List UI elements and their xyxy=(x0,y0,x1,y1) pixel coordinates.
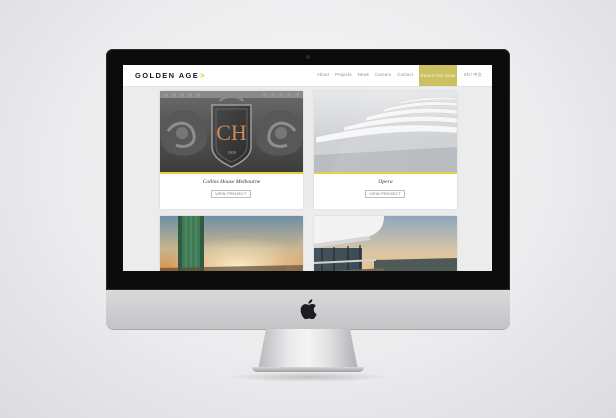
project-card-collins-house[interactable]: CH 1908 Collins House Melbourne View Pro… xyxy=(160,91,303,209)
main-nav: About Projects News Careers Contact xyxy=(317,72,413,77)
collins-emblem-text: CH xyxy=(216,120,247,145)
monitor-chin xyxy=(106,290,510,329)
nav-item-contact[interactable]: Contact xyxy=(397,72,413,77)
stand-shadow xyxy=(226,372,390,382)
camera-icon xyxy=(306,55,310,59)
project-image-collins-house: CH 1908 xyxy=(160,91,303,172)
logo-text: GOLDEN AGE xyxy=(135,71,200,80)
view-project-button[interactable]: View Project xyxy=(211,190,251,198)
nav-item-projects[interactable]: Projects xyxy=(335,72,352,77)
monitor-stand xyxy=(258,329,358,370)
project-image-opera xyxy=(314,91,457,172)
nav-item-news[interactable]: News xyxy=(358,72,369,77)
card-accent-bar xyxy=(160,172,303,174)
site-header: GOLDEN AGE> About Projects News Careers … xyxy=(123,65,492,87)
card-accent-bar xyxy=(314,172,457,174)
project-card-tower[interactable] xyxy=(160,216,303,271)
project-title: Collins House Melbourne xyxy=(202,179,261,185)
apple-logo-icon xyxy=(300,299,317,319)
project-card-balcony[interactable] xyxy=(314,216,457,271)
site-logo[interactable]: GOLDEN AGE> xyxy=(135,71,206,80)
arrow-icon: > xyxy=(200,71,206,80)
project-image-tower xyxy=(160,216,303,271)
website-screen: GOLDEN AGE> About Projects News Careers … xyxy=(123,65,492,271)
collins-emblem-year: 1908 xyxy=(227,150,237,155)
monitor-bezel: GOLDEN AGE> About Projects News Careers … xyxy=(106,49,510,290)
view-project-button[interactable]: View Project xyxy=(365,190,405,198)
project-title: Opera xyxy=(378,179,393,185)
language-switcher[interactable]: EN / 中文 xyxy=(464,72,482,78)
register-now-button[interactable]: Register Now xyxy=(419,65,457,86)
project-image-balcony xyxy=(314,216,457,271)
nav-item-careers[interactable]: Careers xyxy=(375,72,391,77)
project-card-opera[interactable]: Opera View Project xyxy=(314,91,457,209)
nav-item-about[interactable]: About xyxy=(317,72,329,77)
